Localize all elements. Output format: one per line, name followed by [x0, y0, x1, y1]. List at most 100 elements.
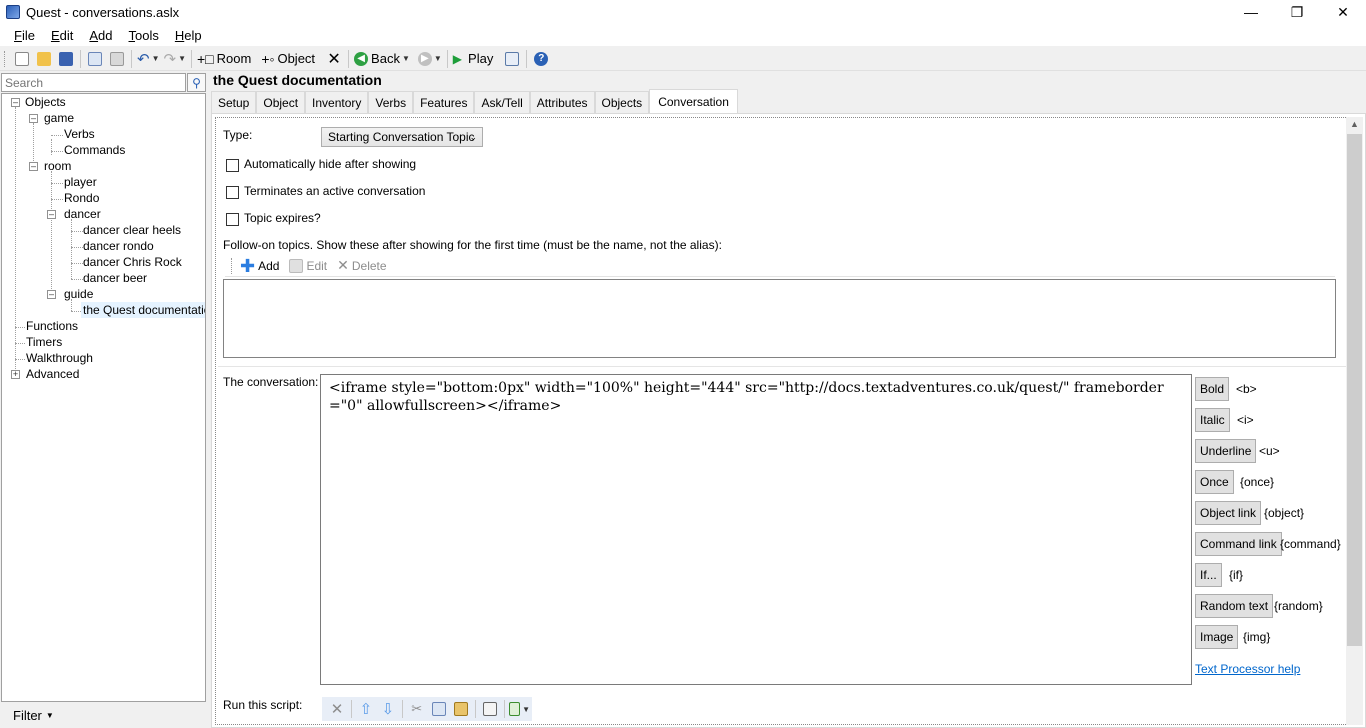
followon-list[interactable] — [223, 279, 1336, 358]
once-button[interactable]: Once — [1195, 470, 1234, 494]
image-button[interactable]: Image — [1195, 625, 1239, 649]
script-label: Run this script: — [223, 698, 303, 712]
paste-button[interactable] — [106, 48, 128, 70]
copy-button[interactable] — [84, 48, 106, 70]
editor-tabs: Setup Object Inventory Verbs Features As… — [211, 89, 738, 113]
if-button[interactable]: If... — [1195, 563, 1222, 587]
panel-scrollbar[interactable]: ▲ — [1346, 117, 1363, 725]
expires-checkbox[interactable] — [226, 213, 239, 226]
search-button[interactable]: ⚲ — [187, 73, 206, 92]
script-add-button[interactable]: ▼ — [507, 698, 532, 720]
tree-item-verbs[interactable]: Verbs — [64, 126, 95, 142]
script-move-up-button[interactable]: ⇧ — [355, 698, 377, 720]
expires-label: Topic expires? — [244, 211, 321, 225]
tree-item-player[interactable]: player — [64, 174, 97, 190]
script-paste-button[interactable] — [450, 698, 472, 720]
collapse-objects-icon[interactable]: – — [11, 98, 20, 107]
close-window-button[interactable]: ✕ — [1320, 0, 1366, 24]
forward-icon: ▶ — [417, 51, 432, 66]
expand-advanced-icon[interactable]: + — [11, 370, 20, 379]
collapse-guide-icon[interactable]: – — [47, 290, 56, 299]
tab-ask-tell[interactable]: Ask/Tell — [474, 91, 530, 113]
tab-conversation[interactable]: Conversation — [649, 89, 738, 113]
play-button[interactable]: ▶ Play — [451, 48, 496, 70]
conversation-textarea[interactable]: <iframe style="bottom:0px" width="100%" … — [320, 374, 1192, 685]
script-cut-button[interactable]: ✂ — [406, 698, 428, 720]
scroll-thumb[interactable] — [1347, 134, 1362, 646]
save-button[interactable] — [55, 48, 77, 70]
add-topic-button[interactable]: ✚ Add — [238, 255, 281, 277]
bold-button[interactable]: Bold — [1195, 377, 1230, 401]
add-object-button[interactable]: +◦ Object — [259, 48, 317, 70]
terminates-checkbox[interactable] — [226, 186, 239, 199]
script-delete-button[interactable]: ✕ — [326, 698, 348, 720]
once-tag: {once} — [1240, 475, 1275, 489]
delete-button[interactable]: ✕ — [323, 48, 345, 70]
tree-item-dancer-rondo[interactable]: dancer rondo — [83, 238, 154, 254]
tree-item-timers[interactable]: Timers — [26, 334, 62, 350]
underline-button[interactable]: Underline — [1195, 439, 1257, 463]
text-processor-help-link[interactable]: Text Processor help — [1195, 662, 1300, 676]
tree-item-rondo[interactable]: Rondo — [64, 190, 99, 206]
tree-item-dancer-beer[interactable]: dancer beer — [83, 270, 147, 286]
tab-objects[interactable]: Objects — [594, 91, 650, 113]
tree-item-dancer-clear-heels[interactable]: dancer clear heels — [83, 222, 181, 238]
menu-tools[interactable]: Tools — [121, 28, 167, 43]
auto-hide-checkbox[interactable] — [226, 159, 239, 172]
tab-inventory[interactable]: Inventory — [305, 91, 369, 113]
add-room-button[interactable]: +□ Room — [195, 48, 253, 70]
script-code-view-button[interactable] — [479, 698, 501, 720]
object-tree[interactable]: – Objects – game Verbs Commands – room p… — [1, 93, 206, 702]
delete-topic-button[interactable]: ✕ Delete — [335, 255, 388, 277]
script-move-down-button[interactable]: ⇩ — [377, 698, 399, 720]
redo-button[interactable]: ↷ ▼ — [162, 48, 189, 70]
undo-button[interactable]: ↶ ▼ — [135, 48, 162, 70]
tab-setup[interactable]: Setup — [211, 91, 257, 113]
delete-icon: ✕ — [327, 50, 341, 68]
open-button[interactable] — [33, 48, 55, 70]
collapse-game-icon[interactable]: – — [29, 114, 38, 123]
tree-item-dancer-chris-rock[interactable]: dancer Chris Rock — [83, 254, 182, 270]
command-link-button[interactable]: Command link — [1195, 532, 1282, 556]
random-text-tag: {random} — [1274, 599, 1323, 613]
object-link-button[interactable]: Object link — [1195, 501, 1262, 525]
tree-item-dancer[interactable]: dancer — [64, 206, 101, 222]
tree-item-quest-documentation[interactable]: the Quest documentation — [81, 302, 205, 318]
tree-item-walkthrough[interactable]: Walkthrough — [26, 350, 93, 366]
tab-object[interactable]: Object — [256, 91, 306, 113]
filter-dropdown[interactable]: Filter ▼ — [1, 705, 206, 726]
type-select[interactable]: Starting Conversation Topic ⌄ — [321, 127, 483, 147]
tree-item-guide[interactable]: guide — [64, 286, 93, 302]
menu-edit[interactable]: Edit — [43, 28, 81, 43]
auto-hide-label: Automatically hide after showing — [244, 157, 417, 171]
log-button[interactable] — [501, 48, 523, 70]
menu-file[interactable]: File — [6, 28, 43, 43]
script-copy-button[interactable] — [428, 698, 450, 720]
menu-add[interactable]: Add — [81, 28, 120, 43]
tree-item-objects[interactable]: Objects — [25, 94, 66, 110]
restore-button[interactable]: ❐ — [1274, 0, 1320, 24]
tree-item-room[interactable]: room — [44, 158, 71, 174]
collapse-dancer-icon[interactable]: – — [47, 210, 56, 219]
edit-topic-button[interactable]: Edit — [287, 255, 329, 277]
collapse-room-icon[interactable]: – — [29, 162, 38, 171]
italic-button[interactable]: Italic — [1195, 408, 1230, 432]
tree-item-advanced[interactable]: Advanced — [26, 366, 79, 382]
tab-features[interactable]: Features — [413, 91, 475, 113]
minimize-button[interactable]: — — [1228, 0, 1274, 24]
random-text-button[interactable]: Random text — [1195, 594, 1274, 618]
tab-verbs[interactable]: Verbs — [368, 91, 414, 113]
back-button[interactable]: ◀ Back ▼ — [352, 48, 412, 70]
search-input[interactable] — [1, 73, 186, 92]
toolbar-grip — [4, 50, 7, 67]
tab-attributes[interactable]: Attributes — [529, 91, 595, 113]
tree-item-game[interactable]: game — [44, 110, 74, 126]
forward-button[interactable]: ▶ ▼ — [416, 48, 444, 70]
new-button[interactable] — [11, 48, 33, 70]
menu-help[interactable]: Help — [167, 28, 210, 43]
scroll-up-icon[interactable]: ▲ — [1350, 119, 1359, 129]
play-icon: ▶ — [452, 51, 463, 66]
help-button[interactable]: ? — [530, 48, 552, 70]
tree-item-functions[interactable]: Functions — [26, 318, 78, 334]
tree-item-commands[interactable]: Commands — [64, 142, 125, 158]
